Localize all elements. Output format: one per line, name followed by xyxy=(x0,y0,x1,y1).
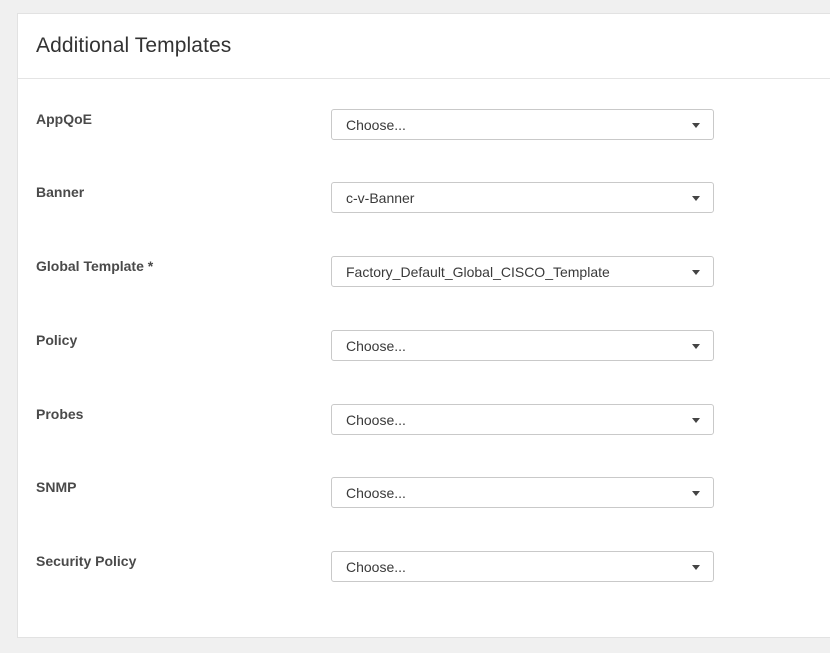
caret-down-icon xyxy=(692,344,700,349)
global-template-select[interactable]: Factory_Default_Global_CISCO_Template xyxy=(331,256,714,287)
appqoe-select[interactable]: Choose... xyxy=(331,109,714,140)
probes-label: Probes xyxy=(36,406,84,422)
field-row-banner: Banner c-v-Banner xyxy=(18,182,830,214)
banner-label: Banner xyxy=(36,184,85,200)
security-policy-select-value: Choose... xyxy=(346,559,406,575)
field-row-security-policy: Security Policy Choose... xyxy=(18,551,830,583)
snmp-select-value: Choose... xyxy=(346,485,406,501)
field-row-snmp: SNMP Choose... xyxy=(18,477,830,509)
panel-header: Additional Templates xyxy=(18,14,830,79)
policy-label: Policy xyxy=(36,332,78,348)
policy-select[interactable]: Choose... xyxy=(331,330,714,361)
field-row-global-template: Global Template * Factory_Default_Global… xyxy=(18,256,830,288)
field-row-appqoe: AppQoE Choose... xyxy=(18,109,830,141)
caret-down-icon xyxy=(692,418,700,423)
field-row-probes: Probes Choose... xyxy=(18,404,830,436)
banner-select-value: c-v-Banner xyxy=(346,190,415,206)
security-policy-select[interactable]: Choose... xyxy=(331,551,714,582)
caret-down-icon xyxy=(692,196,700,201)
caret-down-icon xyxy=(692,491,700,496)
field-row-policy: Policy Choose... xyxy=(18,330,830,362)
appqoe-label: AppQoE xyxy=(36,111,92,127)
global-template-label: Global Template * xyxy=(36,258,154,274)
panel-title: Additional Templates xyxy=(36,34,232,57)
banner-select[interactable]: c-v-Banner xyxy=(331,182,714,213)
probes-select-value: Choose... xyxy=(346,412,406,428)
caret-down-icon xyxy=(692,123,700,128)
policy-select-value: Choose... xyxy=(346,338,406,354)
caret-down-icon xyxy=(692,565,700,570)
snmp-select[interactable]: Choose... xyxy=(331,477,714,508)
additional-templates-panel: Additional Templates AppQoE Choose... Ba… xyxy=(17,13,830,638)
global-template-select-value: Factory_Default_Global_CISCO_Template xyxy=(346,264,610,280)
caret-down-icon xyxy=(692,270,700,275)
appqoe-select-value: Choose... xyxy=(346,117,406,133)
probes-select[interactable]: Choose... xyxy=(331,404,714,435)
security-policy-label: Security Policy xyxy=(36,553,137,569)
snmp-label: SNMP xyxy=(36,479,77,495)
